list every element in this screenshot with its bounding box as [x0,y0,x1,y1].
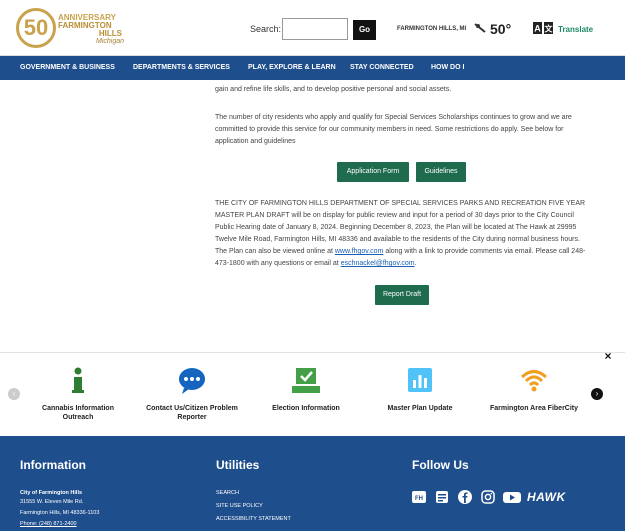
fhtv-icon[interactable]: FH [412,490,426,504]
search-label: Search: [250,24,282,34]
carousel-next-arrow-icon[interactable]: › [591,388,603,400]
chart-icon [408,368,432,392]
email-link[interactable]: eschnackel@fhgov.com [341,260,415,267]
footer-follow-title: Follow Us [412,458,469,472]
hawk-logo[interactable]: HAWK [527,490,566,504]
footer-link-site-use-policy[interactable]: SITE USE POLICY [216,503,263,509]
nav-play-explore-learn[interactable]: PLAY, EXPLORE & LEARN [248,56,336,80]
footer-link-accessibility[interactable]: ACCESSIBILITY STATEMENT [216,516,291,522]
info-icon [72,367,84,393]
weather-city: FARMINGTON HILLS, MI [397,26,467,32]
master-plan-text-end: . [414,260,417,267]
main-navigation: GOVERNMENT & BUSINESS DEPARTMENTS & SERV… [0,56,625,80]
intro-paragraph-end: gain and refine life skills, and to deve… [215,86,452,93]
facebook-icon[interactable] [458,490,472,504]
svg-text:文: 文 [545,24,554,34]
master-plan-text: THE CITY OF FARMINGTON HILLS DEPARTMENT … [215,200,586,255]
instagram-icon[interactable] [481,490,495,504]
weather-temperature: 50° [490,21,512,37]
scholarship-paragraph: The number of city residents who apply a… [215,114,572,145]
quick-links-carousel [0,352,625,436]
newsletter-icon[interactable] [435,490,449,504]
footer-org-name: City of Farmington Hills [20,490,83,496]
logo-line4: Michigan [95,38,124,45]
nav-how-do-i[interactable]: HOW DO I [431,56,464,80]
footer-address-line1: 31555 W. Eleven Mile Rd. [20,499,84,505]
report-draft-button[interactable]: Report Draft [375,285,429,305]
search-input[interactable] [282,18,348,40]
ballot-icon [292,368,320,393]
anniversary-logo[interactable]: 50 ANNIVERSARY FARMINGTON HILLS Michigan [16,8,128,48]
footer-utilities-title: Utilities [216,458,260,472]
nav-departments-services[interactable]: DEPARTMENTS & SERVICES [133,56,230,80]
site-header: 50 ANNIVERSARY FARMINGTON HILLS Michigan… [0,0,625,56]
footer-link-search[interactable]: SEARCH [216,490,239,496]
footer-information-title: Information [20,458,86,472]
nav-stay-connected[interactable]: STAY CONNECTED [350,56,414,80]
fhgov-link[interactable]: www.fhgov.com [335,248,384,255]
application-form-button[interactable]: Application Form [337,162,409,182]
carousel-prev-arrow-icon[interactable]: ‹ [8,388,20,400]
logo-text: ANNIVERSARY FARMINGTON HILLS Michigan [58,14,130,46]
close-carousel-button[interactable]: × [602,350,614,362]
translate-icon[interactable]: A 文 [533,22,553,34]
site-footer: Information City of Farmington Hills 315… [0,436,625,531]
carousel-item-label: Farmington Area FiberCity [489,405,579,412]
weather-icon [474,23,486,33]
nav-government-business[interactable]: GOVERNMENT & BUSINESS [20,56,115,80]
footer-phone-link[interactable]: Phone: (248) 871-2400 [20,520,77,529]
svg-text:FH: FH [415,496,423,502]
translate-link[interactable]: Translate [558,25,593,34]
carousel-item-label: Master Plan Update [387,405,453,412]
wifi-icon [520,370,548,392]
guidelines-button[interactable]: Guidelines [416,162,466,182]
logo-line3: HILLS [98,29,122,38]
svg-text:A: A [534,24,541,34]
carousel-item-label: Cannabis Information Outreach [42,405,114,421]
carousel-item-label: Election Information [272,405,340,412]
logo-50-badge: 50 [16,8,56,48]
youtube-icon[interactable] [503,490,521,504]
chat-icon [179,368,205,394]
master-plan-paragraph: THE CITY OF FARMINGTON HILLS DEPARTMENT … [215,198,587,270]
search-go-button[interactable]: Go [353,20,376,40]
carousel-item-label: Contact Us/Citizen Problem Reporter [146,405,238,421]
footer-address-line2: Farmington Hills, MI 48336-1103 [20,510,100,516]
